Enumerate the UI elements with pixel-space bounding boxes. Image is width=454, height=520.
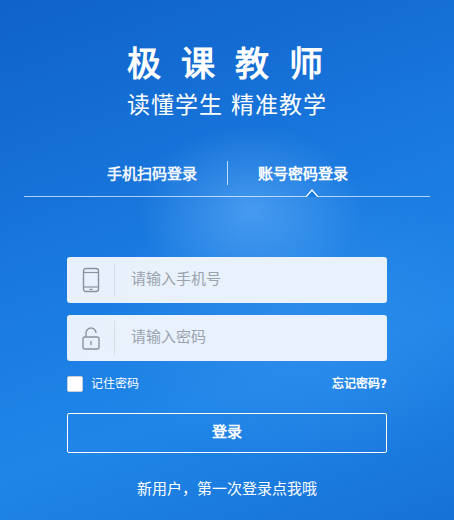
tab-label: 账号密码登录 — [258, 165, 348, 183]
phone-input[interactable] — [115, 257, 387, 303]
password-input[interactable] — [115, 315, 387, 361]
login-tabs: 手机扫码登录 账号密码登录 — [24, 156, 430, 197]
lock-icon-box — [67, 321, 115, 355]
login-tab[interactable]: 账号密码登录 — [228, 156, 378, 196]
password-field — [67, 315, 387, 361]
remember-label: 记住密码 — [91, 375, 139, 393]
forgot-password-link[interactable]: 忘记密码? — [332, 375, 387, 393]
login-form: 记住密码 忘记密码? 登录 — [67, 257, 387, 453]
remember-checkbox[interactable] — [67, 376, 83, 392]
login-options: 记住密码 忘记密码? — [67, 373, 387, 395]
lock-icon — [81, 326, 101, 350]
login-tab[interactable]: 手机扫码登录 — [77, 156, 227, 196]
app-title: 极 课 教 师 — [0, 44, 454, 85]
tab-separator — [227, 161, 228, 185]
remember-option[interactable]: 记住密码 — [67, 375, 139, 393]
login-button[interactable]: 登录 — [67, 413, 387, 453]
tab-caret-icon — [305, 189, 319, 197]
app-slogan: 读懂学生 精准教学 — [0, 91, 454, 120]
login-page: 极 课 教 师读懂学生 精准教学手机扫码登录 账号密码登录记住密码 忘记密码? 登录新… — [0, 0, 454, 520]
phone-field — [67, 257, 387, 303]
phone-icon — [82, 267, 100, 293]
tab-label: 手机扫码登录 — [107, 165, 197, 183]
phone-icon-box — [67, 263, 115, 297]
signup-link[interactable]: 新用户，第一次登录点我哦 — [0, 479, 454, 499]
